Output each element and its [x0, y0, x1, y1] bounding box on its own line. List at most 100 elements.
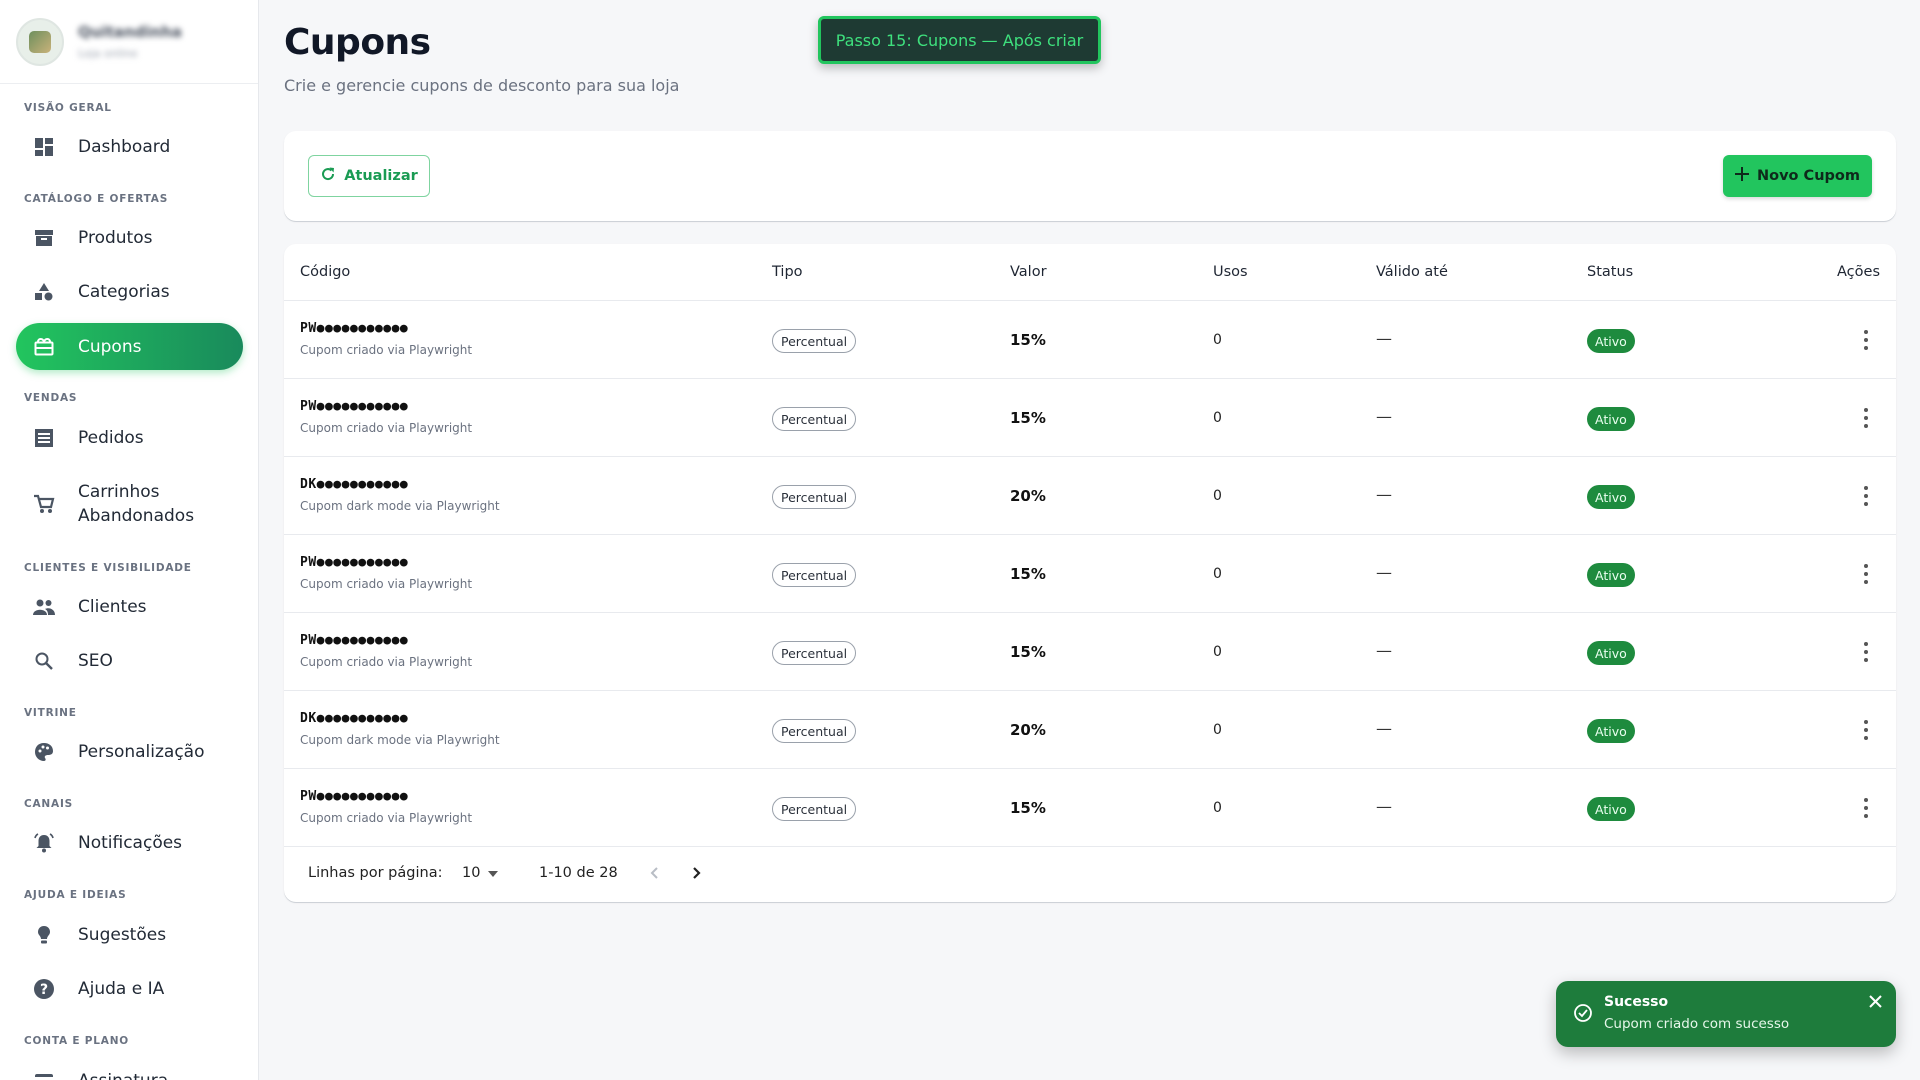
refresh-icon	[320, 166, 336, 186]
sidebar-item-label: Clientes	[78, 597, 147, 617]
coupon-valid-until: —	[1376, 797, 1392, 816]
page-title: Cupons	[284, 22, 431, 63]
type-chip: Percentual	[772, 641, 857, 665]
more-actions-icon[interactable]	[1864, 486, 1868, 506]
coupon-description: Cupom dark mode via Playwright	[300, 499, 500, 513]
status-badge: Ativo	[1587, 407, 1635, 431]
table-row: DK●●●●●●●●●●● Cupom dark mode via Playwr…	[284, 457, 1896, 535]
more-actions-icon[interactable]	[1864, 408, 1868, 428]
sidebar-item-seo[interactable]: SEO	[16, 640, 243, 682]
column-header-valido: Válido até	[1376, 264, 1448, 280]
more-actions-icon[interactable]	[1864, 564, 1868, 584]
type-chip: Percentual	[772, 719, 857, 743]
next-page-icon[interactable]	[691, 865, 701, 885]
coupon-value: 15%	[1010, 565, 1046, 583]
store-header[interactable]: Quitandinha Loja online	[0, 0, 258, 84]
type-chip: Percentual	[772, 407, 857, 431]
status-badge: Ativo	[1587, 719, 1635, 743]
new-coupon-button[interactable]: Novo Cupom	[1723, 155, 1872, 197]
section-visao-geral: Visão geral	[24, 102, 112, 114]
list-icon	[32, 426, 56, 450]
coupon-description: Cupom criado via Playwright	[300, 577, 473, 591]
sidebar-item-label: Personalização	[78, 742, 205, 762]
coupon-value: 20%	[1010, 721, 1046, 739]
pagination-range: 1-10 de 28	[539, 865, 618, 881]
refresh-button[interactable]: Atualizar	[308, 155, 430, 197]
coupon-code: PW●●●●●●●●●●●	[300, 321, 409, 336]
coupon-valid-until: —	[1376, 719, 1392, 738]
sidebar-item-personalizacao[interactable]: Personalização	[16, 731, 243, 773]
new-coupon-label: Novo Cupom	[1757, 168, 1860, 184]
type-chip: Percentual	[772, 563, 857, 587]
more-actions-icon[interactable]	[1864, 798, 1868, 818]
sidebar-item-cupons[interactable]: Cupons	[16, 323, 243, 370]
coupon-uses: 0	[1213, 644, 1222, 660]
people-icon	[32, 595, 56, 619]
rows-per-page-select[interactable]: 10	[462, 865, 499, 881]
sidebar-item-notificacoes[interactable]: Notificações	[16, 822, 243, 864]
card-icon	[32, 1069, 56, 1080]
sidebar-item-label: Ajuda e IA	[78, 979, 165, 999]
svg-text:?: ?	[40, 982, 48, 998]
sidebar-item-clientes[interactable]: Clientes	[16, 586, 243, 628]
section-conta: Conta e plano	[24, 1035, 130, 1047]
coupon-code: PW●●●●●●●●●●●	[300, 789, 409, 804]
section-catalogo: Catálogo e ofertas	[24, 193, 169, 205]
coupon-value: 20%	[1010, 487, 1046, 505]
sidebar-item-label: Produtos	[78, 228, 153, 248]
table-row: DK●●●●●●●●●●● Cupom dark mode via Playwr…	[284, 691, 1896, 769]
page-subtitle: Crie e gerencie cupons de desconto para …	[284, 76, 680, 95]
sidebar-item-dashboard[interactable]: Dashboard	[16, 126, 243, 168]
more-actions-icon[interactable]	[1864, 642, 1868, 662]
sidebar-item-carrinhos[interactable]: Carrinhos Abandonados	[16, 478, 243, 530]
coupon-uses: 0	[1213, 410, 1222, 426]
section-canais: Canais	[24, 798, 74, 810]
rows-per-page-value: 10	[462, 865, 481, 881]
column-header-tipo: Tipo	[772, 264, 803, 280]
table-row: PW●●●●●●●●●●● Cupom criado via Playwrigh…	[284, 535, 1896, 613]
table-row: PW●●●●●●●●●●● Cupom criado via Playwrigh…	[284, 379, 1896, 457]
more-actions-icon[interactable]	[1864, 330, 1868, 350]
sidebar-item-produtos[interactable]: Produtos	[16, 217, 243, 259]
coupon-description: Cupom criado via Playwright	[300, 655, 473, 669]
cart-icon	[32, 492, 56, 516]
search-icon	[32, 649, 56, 673]
prev-page-icon[interactable]	[650, 865, 660, 885]
sidebar-item-pedidos[interactable]: Pedidos	[16, 417, 243, 459]
coupon-value: 15%	[1010, 799, 1046, 817]
refresh-label: Atualizar	[344, 168, 418, 184]
coupon-code: PW●●●●●●●●●●●	[300, 633, 409, 648]
more-actions-icon[interactable]	[1864, 720, 1868, 740]
archive-box-icon	[32, 226, 56, 250]
sidebar-item-assinatura[interactable]: Assinatura	[16, 1060, 243, 1080]
column-header-acoes: Ações	[1837, 264, 1880, 280]
plus-icon	[1735, 167, 1749, 185]
coupon-valid-until: —	[1376, 407, 1392, 426]
step-banner: Passo 15: Cupons — Após criar	[818, 16, 1101, 64]
table-row: PW●●●●●●●●●●● Cupom criado via Playwrigh…	[284, 301, 1896, 379]
coupon-description: Cupom criado via Playwright	[300, 343, 473, 357]
coupon-code: DK●●●●●●●●●●●	[300, 711, 409, 726]
toast-message: Cupom criado com sucesso	[1604, 1016, 1790, 1032]
dashboard-icon	[32, 135, 56, 159]
sidebar-item-categorias[interactable]: Categorias	[16, 271, 243, 313]
sidebar-item-ajuda[interactable]: ? Ajuda e IA	[16, 968, 243, 1010]
section-clientes: Clientes e visibilidade	[24, 562, 192, 574]
sidebar-item-sugestoes[interactable]: Sugestões	[16, 914, 243, 956]
coupons-table: Código Tipo Valor Usos Válido até Status…	[284, 244, 1896, 902]
status-badge: Ativo	[1587, 485, 1635, 509]
coupon-uses: 0	[1213, 722, 1222, 738]
section-vendas: Vendas	[24, 392, 78, 404]
sidebar-item-label: Notificações	[78, 833, 183, 853]
close-icon[interactable]	[1869, 993, 1882, 1012]
coupon-icon	[32, 335, 56, 359]
sidebar-item-label: SEO	[78, 651, 113, 671]
coupon-value: 15%	[1010, 331, 1046, 349]
sidebar-item-label: Pedidos	[78, 428, 144, 448]
coupon-valid-until: —	[1376, 329, 1392, 348]
coupon-uses: 0	[1213, 332, 1222, 348]
coupon-description: Cupom dark mode via Playwright	[300, 733, 500, 747]
coupon-valid-until: —	[1376, 485, 1392, 504]
store-avatar	[16, 17, 64, 66]
section-ajuda: Ajuda e ideias	[24, 889, 127, 901]
